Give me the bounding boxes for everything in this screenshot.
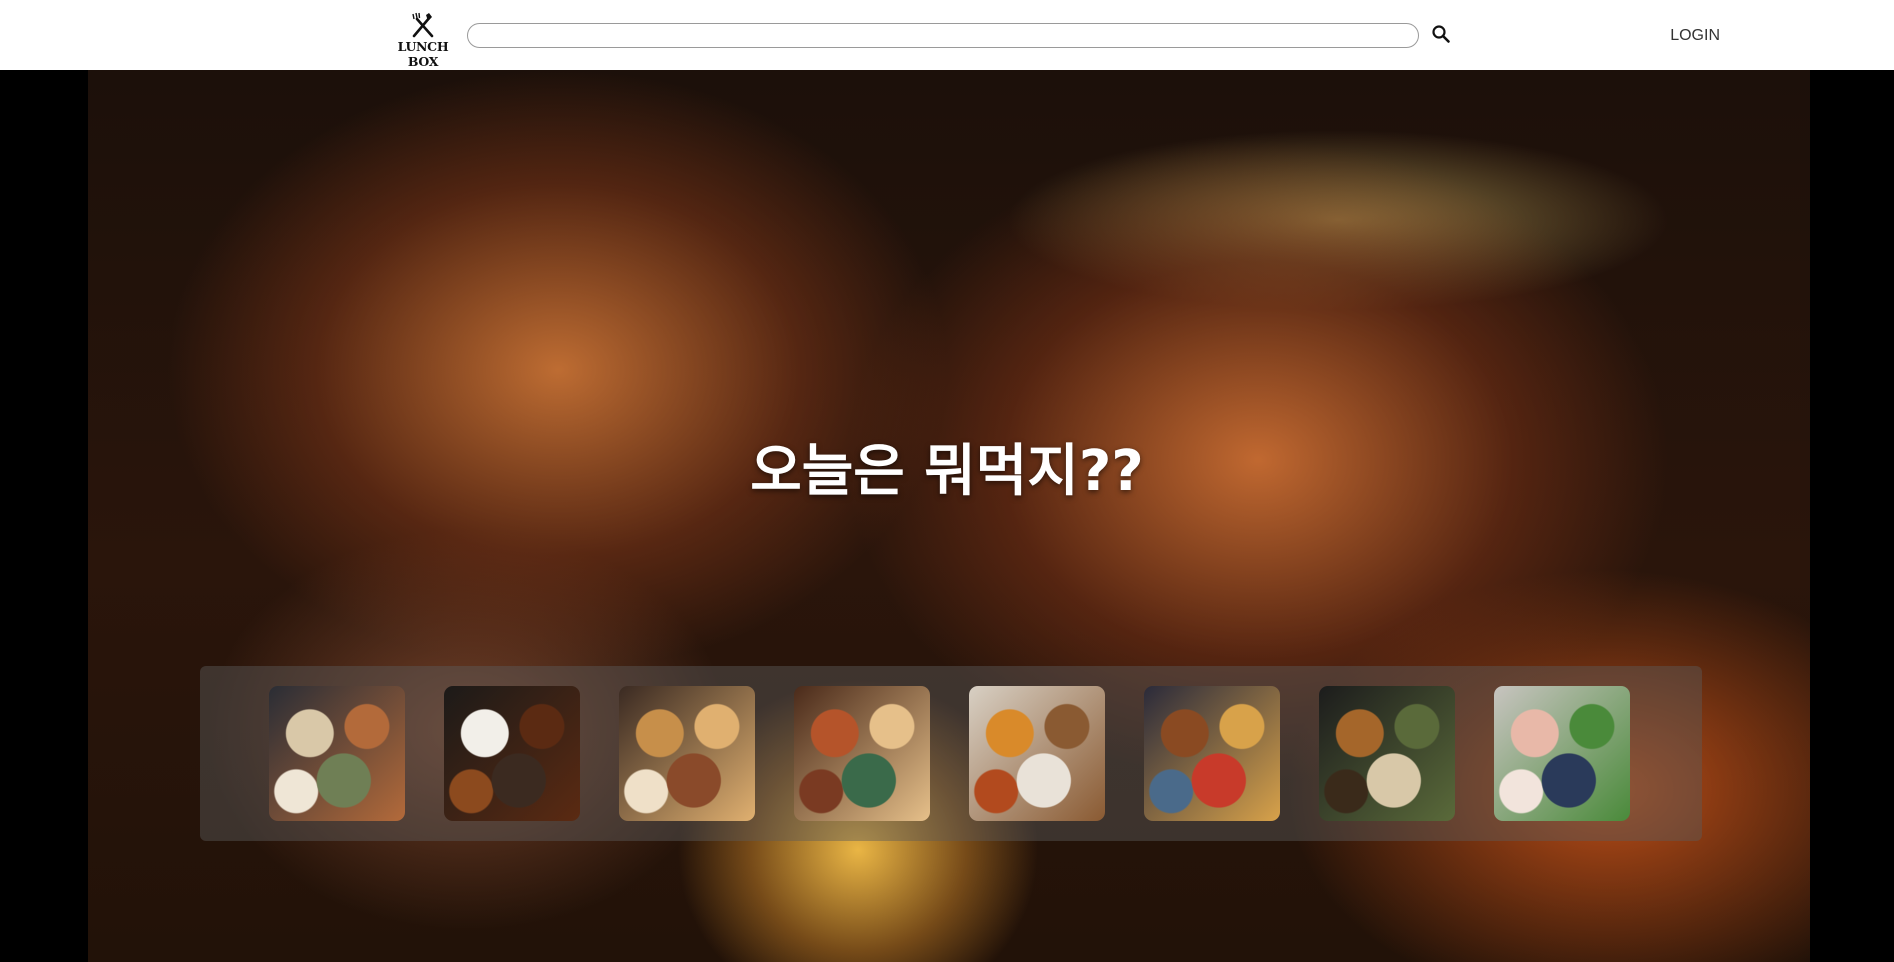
burger-fries-thumbnail[interactable] (1144, 686, 1280, 821)
fork-knife-icon (412, 12, 434, 38)
header-bar: LUNCH BOX LOGIN (0, 0, 1894, 70)
korean-set-meal-thumbnail[interactable] (269, 686, 405, 821)
hero-title: 오늘은 뭐먹지?? (750, 439, 1144, 504)
korean-pancake-thumbnail[interactable] (794, 686, 930, 821)
logo[interactable]: LUNCH BOX (382, 12, 464, 69)
pasta-shrimp-thumbnail[interactable] (619, 686, 755, 821)
search-button[interactable] (1428, 22, 1454, 48)
login-link[interactable]: LOGIN (1640, 23, 1720, 49)
hero-section: 오늘은 뭐먹지?? (0, 70, 1894, 962)
curry-thumbnail[interactable] (969, 686, 1105, 821)
search-input[interactable] (467, 23, 1419, 48)
samgyeopsal-thumbnail[interactable] (1494, 686, 1630, 821)
search-icon (1432, 24, 1450, 43)
jajangmyeon-thumbnail[interactable] (444, 686, 580, 821)
food-carousel (200, 666, 1702, 841)
logo-text: LUNCH BOX (397, 39, 449, 69)
spicy-noodle-soup-thumbnail[interactable] (1319, 686, 1455, 821)
